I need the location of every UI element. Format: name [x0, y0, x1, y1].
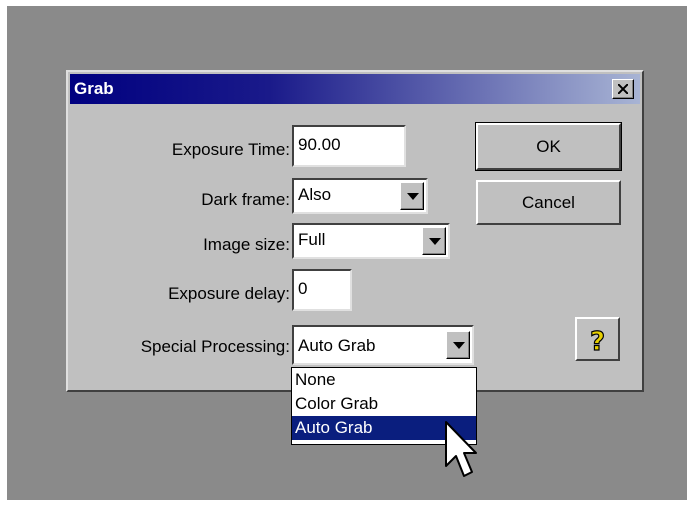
- help-button[interactable]: ?: [575, 317, 620, 361]
- exposure-time-input[interactable]: 90.00: [292, 125, 406, 167]
- close-button[interactable]: [612, 79, 634, 99]
- image-size-select[interactable]: Full: [292, 223, 450, 259]
- cancel-button[interactable]: Cancel: [476, 180, 621, 225]
- special-processing-value: Auto Grab: [298, 336, 376, 355]
- ok-button[interactable]: OK: [475, 122, 622, 171]
- special-processing-dropdown-button[interactable]: [446, 331, 470, 359]
- svg-text:?: ?: [590, 327, 605, 357]
- list-item-color-grab[interactable]: Color Grab: [292, 392, 476, 416]
- mouse-pointer-icon: [445, 421, 477, 477]
- special-processing-select[interactable]: Auto Grab: [292, 325, 474, 365]
- dialog-titlebar[interactable]: Grab: [70, 74, 640, 104]
- image-size-dropdown-button[interactable]: [422, 227, 446, 255]
- special-processing-label: Special Processing:: [140, 337, 290, 356]
- image-size-value: Full: [298, 230, 326, 249]
- question-mark-icon: ?: [589, 326, 605, 357]
- exposure-delay-label: Exposure delay:: [168, 284, 290, 303]
- dark-frame-label: Dark frame:: [201, 190, 290, 209]
- dark-frame-dropdown-button[interactable]: [400, 182, 424, 210]
- exposure-time-label: Exposure Time:: [171, 140, 290, 159]
- dark-frame-value: Also: [298, 185, 332, 204]
- dialog-title: Grab: [74, 79, 114, 98]
- close-icon: [618, 84, 628, 94]
- dark-frame-select[interactable]: Also: [292, 178, 428, 214]
- image-size-label: Image size:: [203, 235, 290, 254]
- list-item-none[interactable]: None: [292, 368, 476, 392]
- exposure-delay-input[interactable]: 0: [292, 269, 352, 311]
